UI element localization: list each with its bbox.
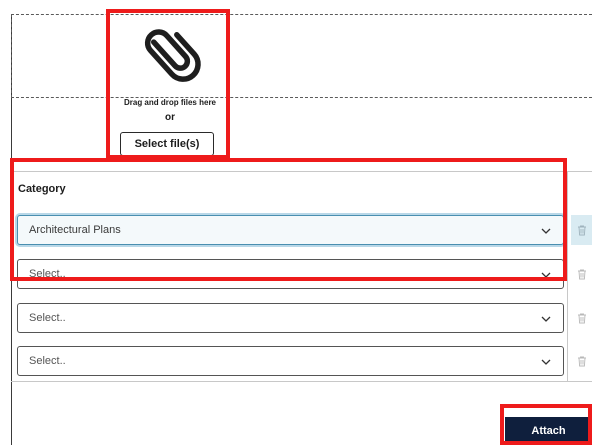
- table-bottom-border: [11, 381, 592, 382]
- trash-icon: [577, 225, 586, 235]
- attachment-panel: Drag and drop files here or Select file(…: [0, 0, 592, 445]
- delete-row-4-button[interactable]: [571, 346, 592, 376]
- chevron-down-icon: [540, 355, 552, 367]
- trash-icon: [577, 356, 586, 366]
- table-column-divider: [567, 171, 568, 381]
- dropzone-divider: [11, 97, 592, 98]
- or-separator: or: [165, 112, 175, 123]
- select-placeholder: Select..: [29, 312, 66, 324]
- drag-drop-hint: Drag and drop files here: [123, 98, 217, 107]
- delete-row-2-button[interactable]: [571, 259, 592, 289]
- category-select-1[interactable]: Architectural Plans: [17, 215, 564, 245]
- table-top-border: [11, 171, 592, 172]
- dropzone-top-border: [11, 14, 592, 15]
- chevron-down-icon: [540, 312, 552, 324]
- paperclip-icon: [143, 22, 203, 84]
- trash-icon: [577, 313, 586, 323]
- select-value: Architectural Plans: [29, 224, 121, 236]
- chevron-down-icon: [540, 268, 552, 280]
- file-dropzone[interactable]: Drag and drop files here or Select file(…: [111, 14, 229, 164]
- category-select-4[interactable]: Select..: [17, 346, 564, 376]
- chevron-down-icon: [540, 224, 552, 236]
- attach-button[interactable]: Attach: [505, 417, 592, 445]
- category-select-2[interactable]: Select..: [17, 259, 564, 289]
- select-placeholder: Select..: [29, 355, 66, 367]
- delete-row-1-button[interactable]: [571, 215, 592, 245]
- dropzone-left-border: [11, 14, 12, 98]
- trash-icon: [577, 269, 586, 279]
- category-column-header: Category: [18, 183, 66, 195]
- select-files-button[interactable]: Select file(s): [120, 132, 214, 156]
- delete-row-3-button[interactable]: [571, 303, 592, 333]
- select-placeholder: Select..: [29, 268, 66, 280]
- category-select-3[interactable]: Select..: [17, 303, 564, 333]
